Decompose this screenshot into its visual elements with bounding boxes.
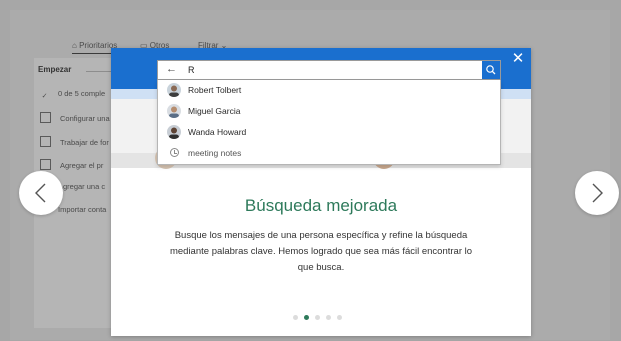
chevron-right-icon <box>592 183 603 203</box>
avatar <box>167 83 181 97</box>
suggestion-label: Miguel Garcia <box>188 106 241 116</box>
avatar <box>167 125 181 139</box>
panel-row: Trabajar de for <box>40 136 109 147</box>
suggestion-item[interactable]: Wanda Howard <box>158 122 500 143</box>
panel-row: ✓ 0 de 5 comple <box>41 89 106 100</box>
close-icon[interactable]: ✕ <box>511 51 525 66</box>
panel-row: Configurar una <box>40 112 110 123</box>
suggestion-item[interactable]: Robert Tolbert <box>158 80 500 101</box>
search-suggestions: Robert Tolbert Miguel Garcia Wanda Howar… <box>157 80 501 165</box>
search-button[interactable] <box>482 61 500 79</box>
search-input[interactable] <box>188 62 478 78</box>
page-dot-2[interactable] <box>304 315 309 320</box>
document-icon <box>40 136 51 147</box>
suggestion-label: meeting notes <box>188 148 242 158</box>
next-arrow-button[interactable] <box>575 171 619 215</box>
suggestion-label: Robert Tolbert <box>188 85 242 95</box>
check-icon: ✓ <box>41 93 48 100</box>
search-icon <box>486 65 496 75</box>
page-dot-4[interactable] <box>326 315 331 320</box>
page-dot-3[interactable] <box>315 315 320 320</box>
add-icon <box>40 159 51 170</box>
suggestion-item[interactable]: meeting notes <box>158 143 500 164</box>
panel-title: Empezar <box>38 65 72 74</box>
page-dot-5[interactable] <box>337 315 342 320</box>
pagination-dots <box>291 313 351 321</box>
panel-row: Agregar el pr <box>40 159 103 170</box>
suggestion-item[interactable]: Miguel Garcia <box>158 101 500 122</box>
chevron-left-icon <box>35 183 46 203</box>
dialog-description: Busque los mensajes de una persona espec… <box>169 230 473 273</box>
previous-arrow-button[interactable] <box>19 171 63 215</box>
page-dot-1[interactable] <box>293 315 298 320</box>
search-box: ← <box>157 60 501 80</box>
avatar <box>167 104 181 118</box>
dialog-heading: Búsqueda mejorada <box>244 196 398 215</box>
suggestion-label: Wanda Howard <box>188 127 247 137</box>
history-icon <box>170 148 179 157</box>
back-arrow-icon[interactable]: ← <box>166 63 177 75</box>
edit-icon <box>40 112 51 123</box>
